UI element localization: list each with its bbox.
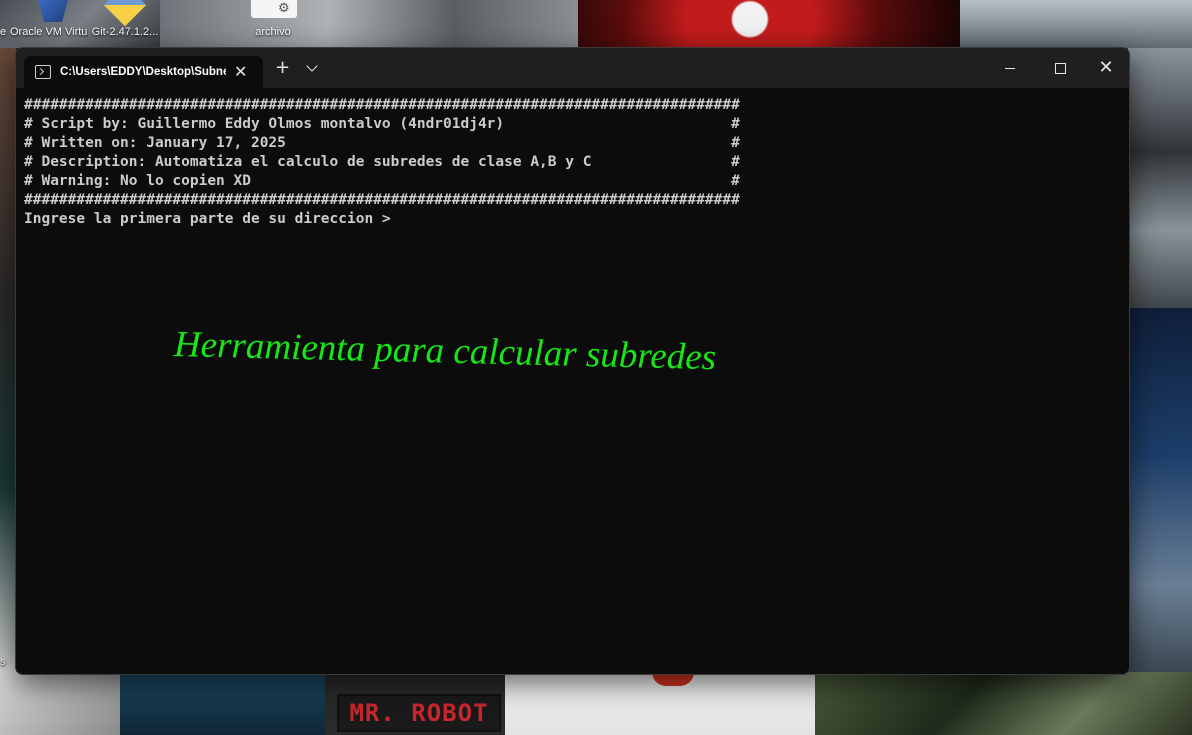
console-line: # Script by: Guillermo Eddy Olmos montal… xyxy=(24,116,740,132)
console-line: # Warning: No lo copien XD # xyxy=(24,173,740,189)
close-tab-button[interactable]: ✕ xyxy=(234,64,247,80)
desktop-icon-git[interactable]: Git-2.47.1.2... xyxy=(86,0,164,38)
gear-icon: ⚙ xyxy=(278,0,290,15)
console-line: # Written on: January 17, 2025 # xyxy=(24,135,740,151)
minimize-icon xyxy=(1005,67,1015,69)
command-prompt-icon xyxy=(35,65,51,79)
console-line: ########################################… xyxy=(24,192,740,208)
archive-settings-icon: ⚙ xyxy=(234,0,312,26)
minimize-button[interactable] xyxy=(987,48,1033,88)
desktop-icon-virtualbox[interactable]: Oracle VM VirtualBox xyxy=(10,0,88,38)
new-tab-button[interactable]: + xyxy=(275,59,290,77)
virtualbox-icon xyxy=(10,0,88,26)
desktop-edge-letter: s xyxy=(0,656,6,668)
close-window-button[interactable]: ✕ xyxy=(1083,48,1129,88)
maximize-button[interactable] xyxy=(1037,48,1083,88)
desktop-icon-archivo[interactable]: ⚙ archivo xyxy=(234,0,312,38)
console-output[interactable]: ########################################… xyxy=(24,96,1114,666)
maximize-icon xyxy=(1054,62,1066,74)
desktop-edge-letter: e xyxy=(0,26,7,38)
desktop-icon-label: archivo xyxy=(255,26,291,38)
desktop-icon-label: Oracle VM VirtualBox xyxy=(10,26,88,38)
wallpaper-tile xyxy=(1128,48,1192,308)
git-installer-icon xyxy=(86,0,164,26)
desktop-icon-label: Git-2.47.1.2... xyxy=(91,26,159,38)
close-icon: ✕ xyxy=(1098,57,1114,78)
terminal-window[interactable]: C:\Users\EDDY\Desktop\Subnet ✕ + ✕ #####… xyxy=(15,47,1130,675)
chevron-down-icon[interactable] xyxy=(306,60,318,72)
wallpaper-mr-robot-text: MR. ROBOT xyxy=(337,694,501,732)
wallpaper-tile xyxy=(960,0,1192,48)
wallpaper-tile xyxy=(1128,308,1192,678)
wallpaper-tile xyxy=(120,672,325,735)
console-prompt: Ingrese la primera parte de su direccion… xyxy=(24,211,391,227)
wallpaper-tile xyxy=(815,672,1192,735)
wallpaper-tile xyxy=(160,0,580,48)
title-bar[interactable]: C:\Users\EDDY\Desktop\Subnet ✕ + ✕ xyxy=(16,48,1129,88)
terminal-tab[interactable]: C:\Users\EDDY\Desktop\Subnet ✕ xyxy=(24,56,263,88)
wallpaper-tile xyxy=(578,0,960,48)
wallpaper-tile xyxy=(0,672,120,735)
wallpaper-tile xyxy=(0,48,16,678)
tab-title: C:\Users\EDDY\Desktop\Subnet xyxy=(60,66,226,78)
console-line: # Description: Automatiza el calculo de … xyxy=(24,154,740,170)
console-line: ########################################… xyxy=(24,97,740,113)
